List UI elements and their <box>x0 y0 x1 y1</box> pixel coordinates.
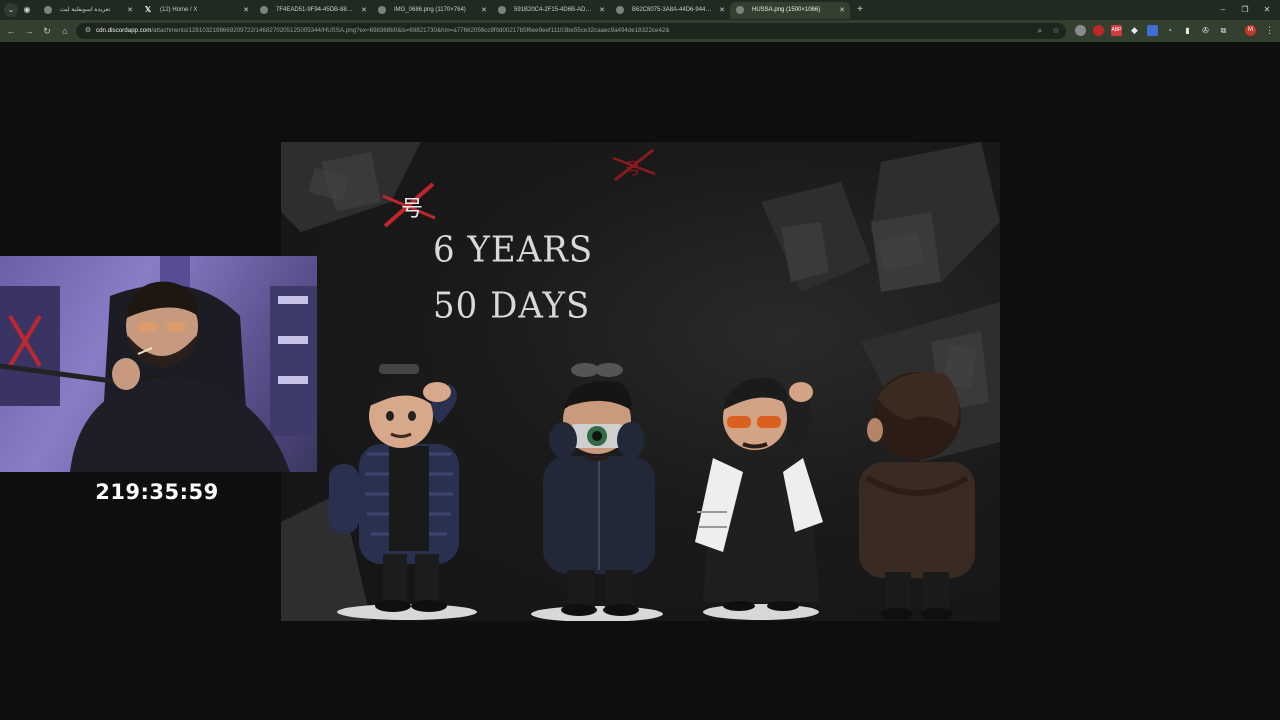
character-saluting-puffer-jacket <box>329 364 477 620</box>
reload-icon[interactable]: ↻ <box>40 24 54 38</box>
bookmark-star-icon[interactable]: ☆ <box>1050 25 1062 37</box>
restore-icon[interactable]: ❐ <box>1238 2 1252 18</box>
tab-close-icon[interactable]: ✕ <box>126 2 134 19</box>
tab-close-icon[interactable]: ✕ <box>360 2 368 19</box>
tab-item[interactable]: B62C8075-3A8A-44D6-944F-5 ✕ <box>610 2 730 19</box>
extension-diamond-icon[interactable]: ◆ <box>1129 25 1140 36</box>
tab-close-icon[interactable]: ✕ <box>598 2 606 19</box>
extension-icon[interactable] <box>1093 25 1104 36</box>
streamer-webcam-overlay <box>0 256 317 472</box>
url-host: cdn.discordapp.com <box>96 27 152 34</box>
tab-label: B62C8075-3A8A-44D6-944F-5 <box>632 7 714 13</box>
extension-sound-icon[interactable]: ◔ <box>1164 25 1175 36</box>
tab-label: IMG_0686.png (1170×764) <box>394 7 466 13</box>
webcam-feed-image <box>0 256 317 472</box>
extension-icon[interactable] <box>1075 25 1086 36</box>
globe-icon <box>44 6 52 14</box>
tab-item[interactable]: تغريدة اسويقلية ليث ✕ <box>38 2 138 19</box>
x-logo-icon: 𝕏 <box>144 5 152 14</box>
tab-label: 591B20C4-2F15-4D6B-AD9A-9 <box>514 7 594 13</box>
stream-uptime-timer: 219:35:59 <box>95 480 219 504</box>
menu-kebab-icon[interactable]: ⋮ <box>1264 25 1275 36</box>
url-text[interactable]: cdn.discordapp.com/attachments/128103219… <box>96 23 669 39</box>
extension-bars-icon[interactable]: ▮ <box>1182 25 1193 36</box>
tab-item-active[interactable]: HUSSA.png (1500×1066) ✕ <box>730 2 850 19</box>
image-icon <box>378 6 386 14</box>
character-with-camera <box>531 363 663 621</box>
tab-item[interactable]: 𝕏 (12) Home / X ✕ <box>138 2 254 19</box>
tab-label: 7F4EAD51-9F94-45DB-88A9-F5 <box>276 7 356 13</box>
tab-close-icon[interactable]: ✕ <box>480 2 488 19</box>
browser-toolbar: ← → ↻ ⌂ ⚙ cdn.discordapp.com/attachments… <box>0 20 1280 42</box>
image-icon <box>616 6 624 14</box>
new-tab-plus-icon[interactable]: + <box>854 2 866 18</box>
red-crossed-swords-logo-icon: 号 <box>382 182 436 228</box>
tab-label: HUSSA.png (1500×1066) <box>752 7 821 13</box>
red-logo-mark-icon: 号 <box>612 148 656 182</box>
close-window-icon[interactable]: ✕ <box>1260 2 1274 18</box>
character-thobe-shemagh <box>695 377 823 620</box>
extensions-puzzle-icon[interactable]: ⧉ <box>1218 25 1229 36</box>
tab-item[interactable]: 591B20C4-2F15-4D6B-AD9A-9 ✕ <box>492 2 610 19</box>
tab-close-icon[interactable]: ✕ <box>718 2 726 19</box>
tab-label: (12) Home / X <box>160 7 198 13</box>
home-icon[interactable]: ⌂ <box>58 24 72 38</box>
hussa-artwork-image: 号 号 6 YEARS 50 DAYS <box>281 142 1000 621</box>
minimize-icon[interactable]: – <box>1216 2 1230 18</box>
tab-search-chevron-icon[interactable]: ⌄ <box>4 3 18 17</box>
artwork-years-text: 6 YEARS <box>433 229 594 271</box>
image-icon <box>260 6 268 14</box>
zoom-search-icon[interactable]: ⌕ <box>1034 25 1046 37</box>
url-path: /attachments/1281032198669209722/1468270… <box>151 27 670 34</box>
image-icon <box>736 6 744 14</box>
extension-icon[interactable]: ✇ <box>1200 25 1211 36</box>
tab-label: تغريدة اسويقلية ليث <box>60 7 111 13</box>
forward-arrow-icon[interactable]: → <box>22 24 36 38</box>
artwork-days-text: 50 DAYS <box>433 285 591 327</box>
address-bar[interactable]: ⚙ cdn.discordapp.com/attachments/1281032… <box>76 23 1066 39</box>
extension-icon[interactable] <box>1147 25 1158 36</box>
extension-abp-icon[interactable]: ABP <box>1111 25 1122 36</box>
back-arrow-icon[interactable]: ← <box>4 24 18 38</box>
tab-strip: ⌄ ◉ تغريدة اسويقلية ليث ✕ 𝕏 (12) Home / … <box>0 0 1280 20</box>
svg-text:号: 号 <box>625 159 641 178</box>
tab-item[interactable]: IMG_0686.png (1170×764) ✕ <box>372 2 492 19</box>
tab-close-icon[interactable]: ✕ <box>242 2 250 19</box>
profile-avatar[interactable]: M <box>1245 25 1256 36</box>
character-back-turned-hoodie <box>859 372 975 620</box>
image-icon <box>498 6 506 14</box>
site-info-icon[interactable]: ⚙ <box>82 25 94 37</box>
svg-text:号: 号 <box>401 197 423 222</box>
tab-close-icon[interactable]: ✕ <box>838 2 846 19</box>
tab-item[interactable]: 7F4EAD51-9F94-45DB-88A9-F5 ✕ <box>254 2 372 19</box>
profile-tab-icon[interactable]: ◉ <box>20 2 34 18</box>
